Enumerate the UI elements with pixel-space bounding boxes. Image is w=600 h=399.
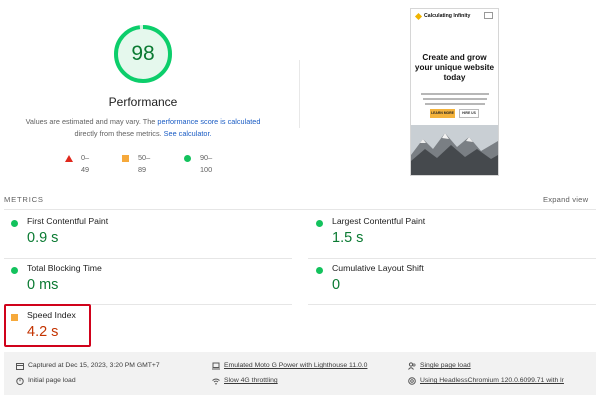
screenshot-brand: Calculating Infinity — [424, 13, 471, 19]
good-circle-icon — [316, 220, 323, 227]
metrics-heading: METRICS — [4, 195, 44, 204]
performance-score-gauge: 98 — [112, 23, 174, 85]
square-icon — [122, 155, 129, 162]
performance-title: Performance — [108, 95, 178, 109]
metric-label: First Contentful Paint — [27, 216, 109, 226]
mountain-image — [411, 125, 498, 175]
metric-cls: Cumulative Layout Shift 0 — [316, 263, 576, 303]
calendar-icon — [16, 363, 24, 370]
score-legend: 0–49 50–89 90–100 — [0, 152, 300, 174]
metric-label: Cumulative Layout Shift — [332, 263, 424, 273]
good-circle-icon — [11, 220, 18, 227]
vertical-divider — [299, 60, 300, 128]
metrics-divider — [4, 209, 596, 210]
screenshot-learn-more-button: LEARN MORE — [430, 109, 455, 118]
timer-icon — [16, 377, 24, 385]
expand-view-button[interactable]: Expand view — [543, 195, 588, 204]
score-description: Values are estimated and may vary. The p… — [15, 116, 271, 140]
hamburger-menu-icon — [484, 12, 493, 19]
metric-fcp: First Contentful Paint 0.9 s — [11, 216, 271, 256]
metric-value: 0 — [332, 277, 341, 293]
runtime-settings-footer: Captured at Dec 15, 2023, 3:20 PM GMT+7 … — [4, 352, 596, 395]
page-screenshot-thumbnail[interactable]: Calculating Infinity Create and grow you… — [410, 8, 499, 176]
description-prefix: Values are estimated and may vary. The — [25, 117, 156, 126]
row-divider — [4, 258, 292, 259]
metric-tbt: Total Blocking Time 0 ms — [11, 263, 271, 303]
metric-value: 0.9 s — [27, 230, 59, 246]
metric-value: 1.5 s — [332, 230, 364, 246]
see-calculator-link[interactable]: See calculator. — [164, 129, 212, 138]
good-circle-icon — [316, 267, 323, 274]
speed-index-highlight-box — [4, 304, 91, 347]
screenshot-hire-us-button: HIRE US — [459, 109, 479, 118]
laptop-icon — [212, 362, 220, 370]
screenshot-body-text — [419, 93, 490, 108]
performance-score-link[interactable]: performance score is calculated — [157, 117, 260, 126]
good-circle-icon — [11, 267, 18, 274]
row-divider — [308, 258, 596, 259]
browser-icon — [408, 377, 416, 385]
screenshot-headline: Create and grow your unique website toda… — [414, 53, 495, 82]
metric-value: 0 ms — [27, 277, 59, 293]
row-divider — [308, 304, 596, 305]
metric-label: Largest Contentful Paint — [332, 216, 426, 226]
wifi-icon — [212, 378, 220, 385]
triangle-icon — [65, 155, 73, 162]
metric-label: Total Blocking Time — [27, 263, 102, 273]
circle-icon — [184, 155, 191, 162]
people-icon — [408, 362, 416, 370]
screenshot-navbar: Calculating Infinity — [411, 9, 498, 25]
performance-score-value: 98 — [131, 42, 155, 65]
description-middle: directly from these metrics. — [74, 129, 162, 138]
metric-lcp: Largest Contentful Paint 1.5 s — [316, 216, 576, 256]
brand-logo-icon — [414, 12, 423, 21]
